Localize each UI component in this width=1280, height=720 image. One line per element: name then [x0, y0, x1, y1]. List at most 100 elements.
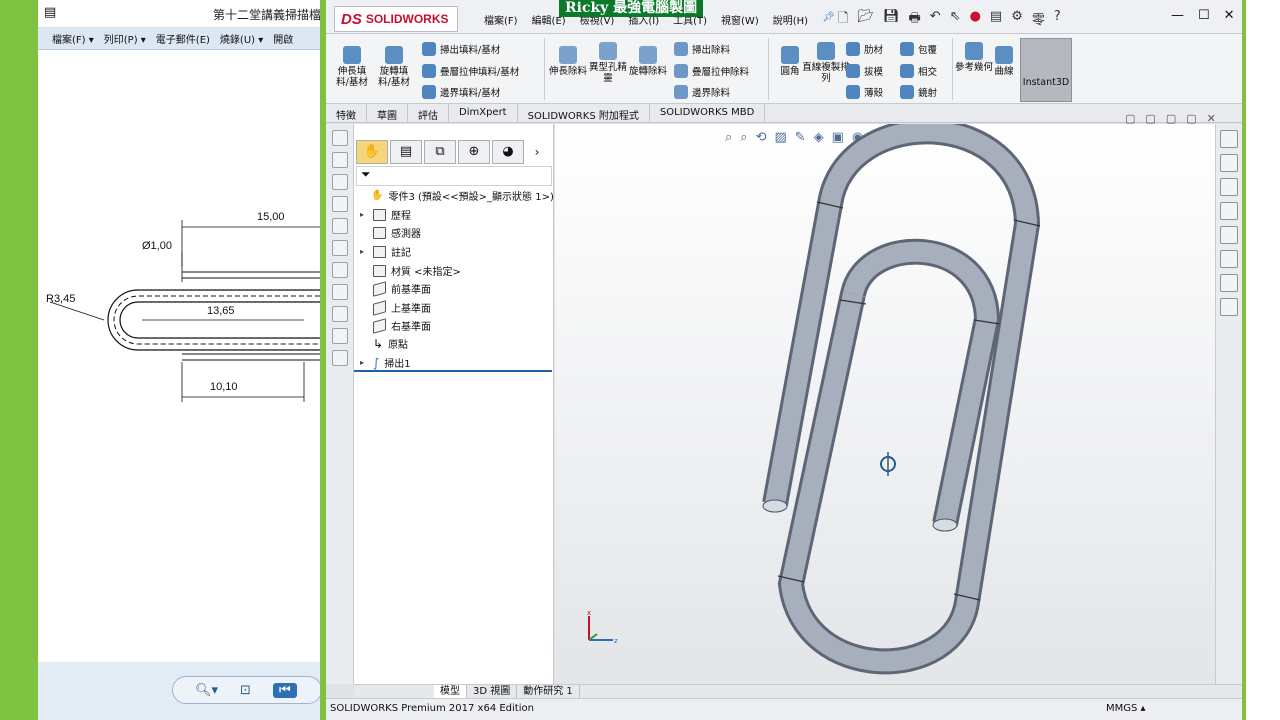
rib-button[interactable]: 肋材	[846, 42, 883, 56]
vtool-btn-3[interactable]	[331, 174, 348, 190]
tab-motion-study[interactable]: 動作研究 1	[517, 685, 580, 698]
sweep-cut-button[interactable]: 掃出除料	[674, 42, 730, 56]
unit-system-selector[interactable]: MMGS ▴	[1106, 703, 1146, 714]
save-icon[interactable]: 💾︎	[883, 9, 900, 31]
menu-help[interactable]: 說明(H)	[773, 12, 808, 27]
file-explorer-icon[interactable]	[1220, 178, 1238, 196]
menu-window[interactable]: 視窗(W)	[721, 12, 759, 27]
tree-tabs: ✋ ▤ ⧉ ⊕ ◕ ›	[356, 140, 552, 166]
feature-manager-tab[interactable]: ✋	[356, 140, 388, 164]
vtool-btn-4[interactable]	[331, 196, 348, 212]
tree-filter-icon[interactable]: ⏷	[356, 166, 552, 186]
display-manager-tab[interactable]: ◕	[492, 140, 524, 164]
dimxpert-manager-tab[interactable]: ⊕	[458, 140, 490, 164]
tree-item-right-plane[interactable]: 右基準面	[360, 317, 431, 334]
linear-pattern-icon	[817, 42, 835, 60]
boundary-boss-button[interactable]: 邊界填料/基材	[422, 85, 500, 99]
undo-icon[interactable]: ↶	[930, 9, 941, 31]
tab-dimxpert[interactable]: DimXpert	[449, 104, 518, 122]
maximize-icon[interactable]: ☐	[1198, 8, 1210, 23]
menu-file[interactable]: 檔案(F)	[484, 12, 518, 27]
help-icon[interactable]: ?	[1054, 9, 1061, 31]
zoom-icon[interactable]: 🔍︎▾	[195, 683, 218, 698]
search-commands-icon[interactable]: 零	[1032, 9, 1045, 31]
vtool-btn-1[interactable]	[331, 130, 348, 146]
doc-menu-file[interactable]: 檔案(F) ▾	[52, 31, 94, 46]
tree-more-icon[interactable]: ›	[526, 140, 548, 166]
tree-item-front-plane[interactable]: 前基準面	[360, 280, 431, 297]
tab-3d-views[interactable]: 3D 視圖	[467, 685, 518, 698]
pin-icon[interactable]: 📌︎	[822, 12, 835, 27]
vtool-btn-10[interactable]	[331, 328, 348, 344]
close-icon[interactable]: ✕	[1224, 8, 1235, 23]
rollback-bar[interactable]	[354, 370, 552, 372]
extrude-boss-button[interactable]: 伸長填料/基材	[332, 46, 372, 88]
tree-item-sweep1[interactable]: ▸ ∫ 掃出1	[360, 355, 411, 371]
doc-menu-burn[interactable]: 燒錄(U) ▾	[220, 31, 263, 46]
tab-features[interactable]: 特徵	[326, 104, 367, 122]
boundary-cut-button[interactable]: 邊界除料	[674, 85, 730, 99]
hole-wizard-button[interactable]: 異型孔精靈	[588, 42, 628, 84]
select-icon[interactable]: ⇖	[950, 9, 961, 31]
print-icon[interactable]: 🖶	[908, 9, 920, 31]
shell-button[interactable]: 薄殼	[846, 85, 883, 99]
tree-item-material[interactable]: 材質 <未指定>	[360, 263, 461, 278]
instant3d-button[interactable]: Instant3D	[1020, 38, 1072, 102]
forum-icon[interactable]	[1220, 274, 1238, 292]
appearances-icon[interactable]	[1220, 226, 1238, 244]
configuration-manager-tab[interactable]: ⧉	[424, 140, 456, 164]
dim-length-15: 15,00	[257, 211, 285, 223]
solidworks-resources-icon[interactable]	[1220, 130, 1238, 148]
vtool-btn-6[interactable]	[331, 240, 348, 256]
loft-boss-button[interactable]: 疊層拉伸填料/基材	[422, 64, 519, 78]
open-icon[interactable]: 📂︎	[857, 9, 874, 31]
file-properties-icon[interactable]: ▤	[990, 9, 1002, 31]
revolve-boss-button[interactable]: 旋轉填料/基材	[374, 46, 414, 88]
paperclip-model[interactable]	[555, 124, 1215, 684]
sweep-boss-button[interactable]: 掃出填料/基材	[422, 42, 500, 56]
view-palette-icon[interactable]	[1220, 202, 1238, 220]
vtool-btn-7[interactable]	[331, 262, 348, 278]
tree-root[interactable]: ✋ 零件3 (預設<<預設>_顯示狀態 1>)	[358, 188, 554, 203]
minimize-icon[interactable]: —	[1171, 8, 1184, 23]
options-icon[interactable]: ⚙	[1011, 9, 1023, 31]
extrude-cut-button[interactable]: 伸長除料	[548, 46, 588, 77]
graphics-area[interactable]: ⌕ ⌕ ⟲ ▨ ✎ ◈ ▣ ◉ ◑ ◒ ▭ ▢ ▢ ▢ ▢ ✕ x z	[555, 112, 1216, 684]
vtool-btn-5[interactable]	[331, 218, 348, 234]
solidworks-logo[interactable]: DS SOLIDWORKS	[334, 6, 458, 32]
curves-button[interactable]: 曲線	[984, 46, 1024, 77]
tab-sketch[interactable]: 草圖	[367, 104, 408, 122]
vtool-btn-11[interactable]	[331, 350, 348, 366]
first-page-icon[interactable]: ⏮	[272, 682, 297, 698]
chat-icon[interactable]	[1220, 298, 1238, 316]
linear-pattern-button[interactable]: 直線複製排列	[802, 42, 850, 84]
tab-addins[interactable]: SOLIDWORKS 附加程式	[518, 104, 650, 122]
draft-button[interactable]: 拔模	[846, 64, 883, 78]
tree-item-annotations[interactable]: ▸ 註記	[360, 244, 411, 259]
mirror-button[interactable]: 鏡射	[900, 85, 937, 99]
doc-menu-open[interactable]: 開啟	[273, 31, 293, 46]
tree-item-origin[interactable]: ↳ 原點	[360, 336, 408, 352]
tree-item-history[interactable]: ▸ 歷程	[360, 207, 411, 222]
vtool-btn-8[interactable]	[331, 284, 348, 300]
tree-item-sensors[interactable]: 感測器	[360, 225, 421, 240]
tree-item-top-plane[interactable]: 上基準面	[360, 299, 431, 316]
rebuild-icon[interactable]: ●	[970, 9, 981, 31]
fit-page-icon[interactable]: ⊡	[240, 683, 251, 698]
tab-evaluate[interactable]: 評估	[408, 104, 449, 122]
task-pane	[1215, 124, 1242, 684]
wrap-button[interactable]: 包覆	[900, 42, 937, 56]
vtool-btn-9[interactable]	[331, 306, 348, 322]
new-icon[interactable]: 🗋	[838, 9, 848, 31]
design-library-icon[interactable]	[1220, 154, 1238, 172]
vtool-btn-2[interactable]	[331, 152, 348, 168]
doc-menu-email[interactable]: 電子郵件(E)	[156, 31, 210, 46]
custom-properties-icon[interactable]	[1220, 250, 1238, 268]
property-manager-tab[interactable]: ▤	[390, 140, 422, 164]
tab-mbd[interactable]: SOLIDWORKS MBD	[650, 104, 766, 122]
tab-model[interactable]: 模型	[434, 685, 467, 698]
intersect-button[interactable]: 相交	[900, 64, 937, 78]
revolve-cut-button[interactable]: 旋轉除料	[628, 46, 668, 77]
loft-cut-button[interactable]: 疊層拉伸除料	[674, 64, 749, 78]
doc-menu-print[interactable]: 列印(P) ▾	[104, 31, 146, 46]
